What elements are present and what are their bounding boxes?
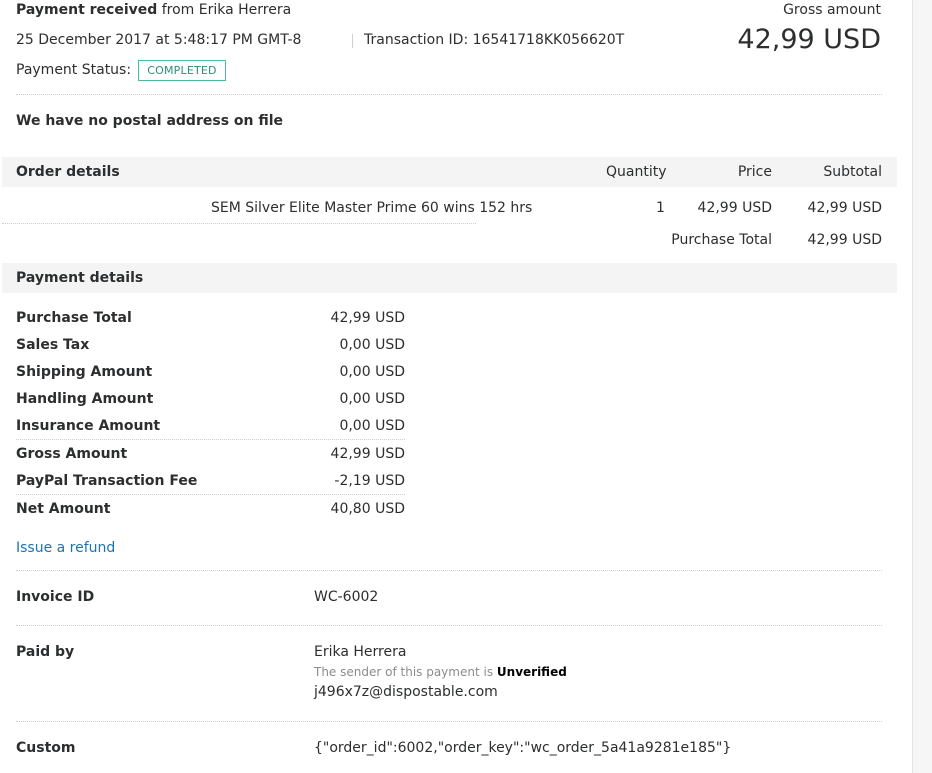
payment-received-heading: Payment received from Erika Herrera: [16, 2, 291, 18]
custom-value: {"order_id":6002,"order_key":"wc_order_5…: [314, 740, 732, 756]
shipping-amount-value: 0,00 USD: [339, 364, 405, 380]
transaction-datetime: 25 December 2017 at 5:48:17 PM GMT-8: [16, 32, 302, 48]
invoice-id-label: Invoice ID: [16, 589, 95, 605]
payer-email: j496x7z@dispostable.com: [314, 684, 498, 700]
purchase-total-value: 42,99 USD: [807, 232, 882, 248]
transaction-id: Transaction ID: 16541718KK056620T: [364, 32, 625, 48]
order-item-subtotal: 42,99 USD: [807, 200, 882, 216]
gross-amount-row-label: Gross Amount: [16, 446, 128, 462]
payment-details-title: Payment details: [16, 270, 144, 286]
purchase-total-row-value: 42,99 USD: [330, 310, 405, 326]
price-column-header: Price: [737, 164, 772, 180]
status-badge: COMPLETED: [138, 60, 226, 81]
sender-note-prefix: The sender of this payment is: [314, 665, 494, 679]
divider: [16, 570, 882, 571]
sender-status: Unverified: [496, 665, 567, 679]
divider: [16, 439, 405, 440]
order-item-quantity: 1: [656, 200, 665, 216]
purchase-total-row-label: Purchase Total: [16, 310, 132, 326]
payment-received-label: Payment received: [16, 2, 158, 18]
handling-amount-label: Handling Amount: [16, 391, 154, 407]
sales-tax-value: 0,00 USD: [339, 337, 405, 353]
net-amount-value: 40,80 USD: [330, 501, 405, 517]
transaction-details-page: Payment received from Erika Herrera 25 D…: [0, 0, 912, 773]
subtotal-column-header: Subtotal: [823, 164, 882, 180]
gross-amount-row-value: 42,99 USD: [330, 446, 405, 462]
order-details-title: Order details: [16, 164, 120, 180]
insurance-amount-label: Insurance Amount: [16, 418, 161, 434]
gross-amount-label: Gross amount: [783, 2, 881, 18]
net-amount-label: Net Amount: [16, 501, 111, 517]
shipping-amount-label: Shipping Amount: [16, 364, 153, 380]
sales-tax-label: Sales Tax: [16, 337, 90, 353]
paypal-fee-label: PayPal Transaction Fee: [16, 473, 198, 489]
divider: [16, 625, 882, 626]
paypal-fee-value: -2,19 USD: [334, 473, 405, 489]
right-scroll-area[interactable]: [912, 0, 932, 773]
order-item-price: 42,99 USD: [697, 200, 772, 216]
address-notice: We have no postal address on file: [16, 113, 284, 129]
payer-from-text: from Erika Herrera: [161, 2, 292, 18]
paid-by-label: Paid by: [16, 644, 75, 660]
divider: [16, 494, 405, 495]
payment-status-label: Payment Status:: [16, 62, 132, 78]
insurance-amount-value: 0,00 USD: [339, 418, 405, 434]
quantity-column-header: Quantity: [606, 164, 667, 180]
sender-verification-note: The sender of this payment is Unverified: [314, 665, 567, 679]
invoice-id-value: WC-6002: [314, 589, 379, 605]
gross-amount-value: 42,99 USD: [737, 24, 881, 55]
header-divider: [352, 34, 353, 48]
handling-amount-value: 0,00 USD: [339, 391, 405, 407]
order-item-name: SEM Silver Elite Master Prime 60 wins 15…: [211, 200, 533, 216]
divider: [2, 223, 476, 224]
purchase-total-label: Purchase Total: [671, 232, 772, 248]
payer-name: Erika Herrera: [314, 644, 407, 660]
custom-label: Custom: [16, 740, 76, 756]
divider: [16, 94, 882, 95]
divider: [16, 721, 882, 722]
issue-refund-link[interactable]: Issue a refund: [16, 540, 115, 556]
